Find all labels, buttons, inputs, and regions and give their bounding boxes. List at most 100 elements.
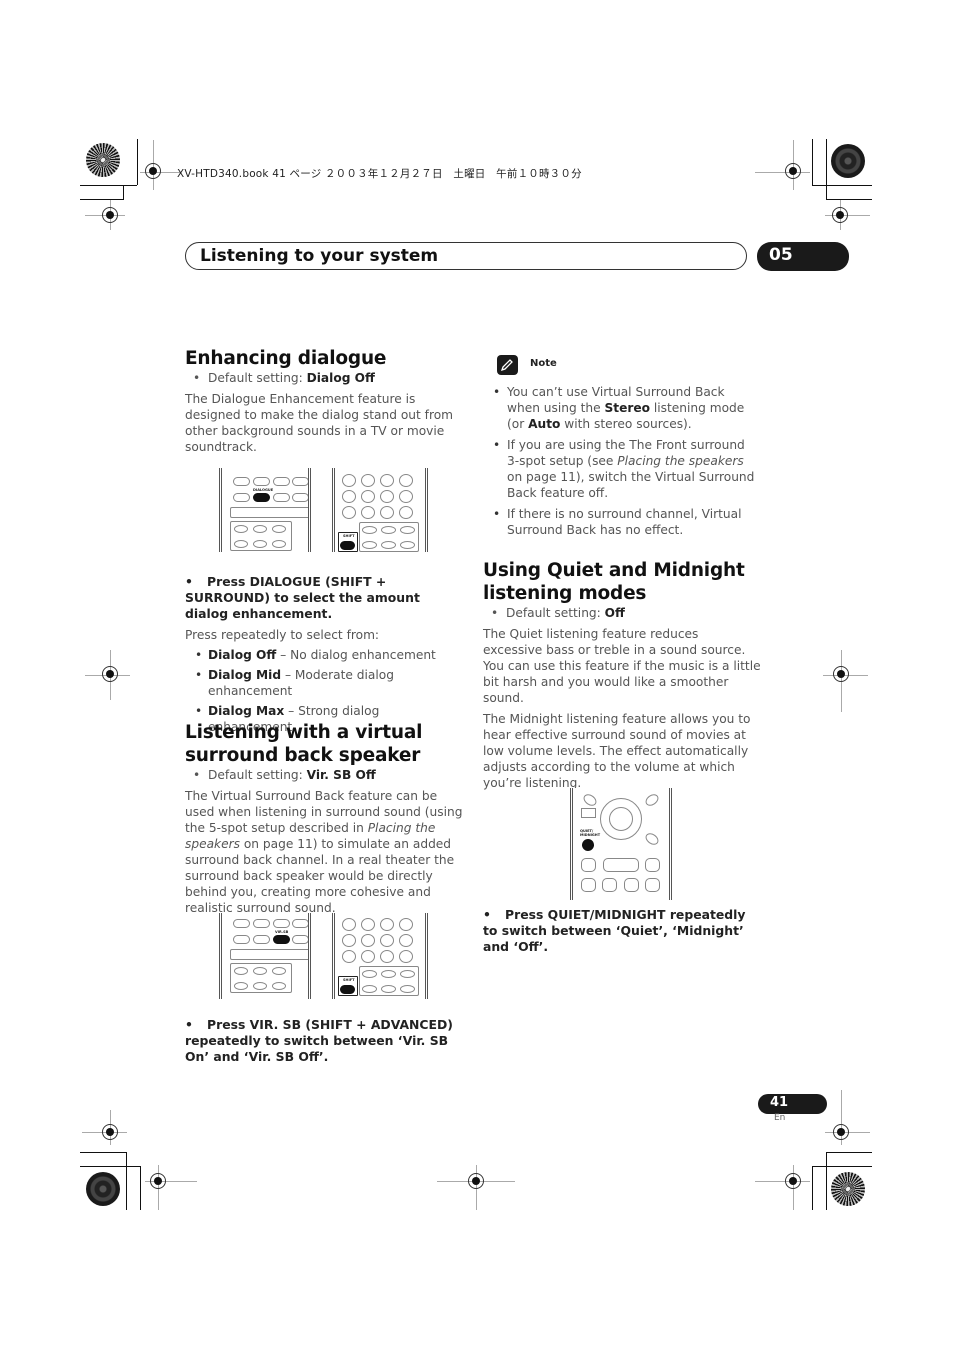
option-name: Dialog Off <box>208 648 277 662</box>
left-column-section2: Listening with a virtual surround back s… <box>185 721 463 921</box>
registration-mark-icon <box>468 1173 484 1189</box>
remote-button <box>342 918 356 931</box>
remote-button <box>253 540 267 548</box>
section-heading-virtual-surround: Listening with a virtual surround back s… <box>185 722 423 766</box>
section-heading-quiet-midnight: Using Quiet and Midnight listening modes <box>483 560 745 604</box>
remote-button <box>342 490 356 503</box>
list-item: If you are using the The Front surround … <box>493 437 760 501</box>
remote-button <box>253 525 267 533</box>
remote-button <box>253 477 270 486</box>
crop-mark <box>80 1152 126 1153</box>
chapter-number-badge: 05 <box>757 242 849 271</box>
remote-button <box>233 935 250 944</box>
option-desc: – No dialog enhancement <box>276 648 436 662</box>
option-name: Dialog Mid <box>208 668 282 682</box>
list-item: You can’t use Virtual Surround Back when… <box>493 384 760 432</box>
instruction-quiet-midnight: • Press QUIET/MIDNIGHT repeatedly to swit… <box>483 907 746 954</box>
remote-button <box>272 982 286 990</box>
remote-button <box>272 540 286 548</box>
default-setting: • Default setting: Off <box>491 606 625 620</box>
remote-button <box>361 474 375 487</box>
remote-button <box>399 918 413 931</box>
crop-mark <box>140 1166 141 1210</box>
shift-button-label: SHIFT <box>343 534 355 538</box>
registration-mark-icon <box>102 666 118 682</box>
remote-button <box>292 935 308 944</box>
remote-button <box>362 985 377 993</box>
crop-mark <box>812 1166 872 1167</box>
right-column-instruction3: • Press QUIET/MIDNIGHT repeatedly to swit… <box>483 907 761 960</box>
remote-button <box>645 858 660 872</box>
remote-button <box>643 830 661 848</box>
crop-mark <box>826 1152 872 1153</box>
shift-button <box>340 541 355 550</box>
crop-mark <box>812 185 872 186</box>
remote-button <box>234 525 248 533</box>
remote-button <box>233 493 250 502</box>
registration-mark-icon <box>785 1173 801 1189</box>
section-body: The Virtual Surround Back feature can be… <box>185 788 463 916</box>
vir-sb-button-label: VIR.SB <box>275 930 289 934</box>
remote-button <box>602 878 617 892</box>
crop-mark <box>812 1166 813 1210</box>
remote-button <box>400 541 415 549</box>
color-registration-disc-icon <box>831 144 865 178</box>
crop-mark <box>826 1152 827 1210</box>
remote-button <box>381 970 396 978</box>
list-item: Dialog Off – No dialog enhancement <box>195 647 463 663</box>
remote-button <box>362 541 377 549</box>
remote-button <box>380 918 394 931</box>
crop-mark <box>826 199 872 200</box>
remote-button <box>272 525 286 533</box>
remote-button <box>380 506 394 519</box>
registration-mark-icon <box>102 207 118 223</box>
registration-mark-icon <box>833 1124 849 1140</box>
remote-button <box>381 541 396 549</box>
default-setting-value: Off <box>604 606 625 620</box>
default-setting: • Default setting: Dialog Off <box>193 371 375 385</box>
section-body: The Quiet listening feature reduces exce… <box>483 627 761 705</box>
dialogue-button <box>253 493 270 502</box>
remote-button <box>361 918 375 931</box>
remote-button <box>400 970 415 978</box>
instruction-text: Press DIALOGUE (SHIFT + SURROUND) to sel… <box>185 574 420 621</box>
remote-button <box>381 985 396 993</box>
book-file-header: XV-HTD340.book 41 ページ ２００３年１２月２７日 土曜日 午前… <box>177 168 582 180</box>
remote-button <box>400 985 415 993</box>
default-setting-label: Default setting: <box>506 606 605 620</box>
remote-button <box>292 493 308 502</box>
crop-mark <box>80 199 124 200</box>
instruction-dialogue: • Press DIALOGUE (SHIFT + SURROUND) to se… <box>185 574 420 621</box>
remote-button <box>400 526 415 534</box>
remote-button <box>234 967 248 975</box>
remote-button <box>342 950 356 963</box>
remote-button <box>624 878 639 892</box>
remote-button <box>342 934 356 947</box>
page-number: 41 <box>770 1095 789 1110</box>
pencil-icon <box>497 355 518 375</box>
remote-button <box>292 919 308 928</box>
remote-button <box>399 490 413 503</box>
color-registration-starburst-icon <box>831 1172 865 1206</box>
remote-button <box>399 950 413 963</box>
note-title: Note <box>530 358 557 369</box>
crop-mark <box>137 139 138 185</box>
left-column: Enhancing dialogue • Default setting: Dia… <box>185 347 463 460</box>
remote-button <box>234 982 248 990</box>
vir-sb-button <box>273 935 290 944</box>
remote-button <box>362 526 377 534</box>
remote-button <box>399 474 413 487</box>
remote-button <box>253 919 270 928</box>
remote-button <box>342 474 356 487</box>
remote-button <box>272 967 286 975</box>
remote-control-illustration: DIALOGUE <box>219 468 311 552</box>
remote-button <box>361 950 375 963</box>
color-registration-disc-icon <box>86 1172 120 1206</box>
page-number-badge: 41 <box>758 1094 827 1114</box>
remote-button-group <box>230 949 308 960</box>
shift-button <box>340 985 355 994</box>
chapter-number: 05 <box>769 245 793 265</box>
remote-control-illustration: QUIET/ MIDNIGHT <box>570 788 672 900</box>
remote-button <box>342 506 356 519</box>
remote-button <box>233 919 250 928</box>
